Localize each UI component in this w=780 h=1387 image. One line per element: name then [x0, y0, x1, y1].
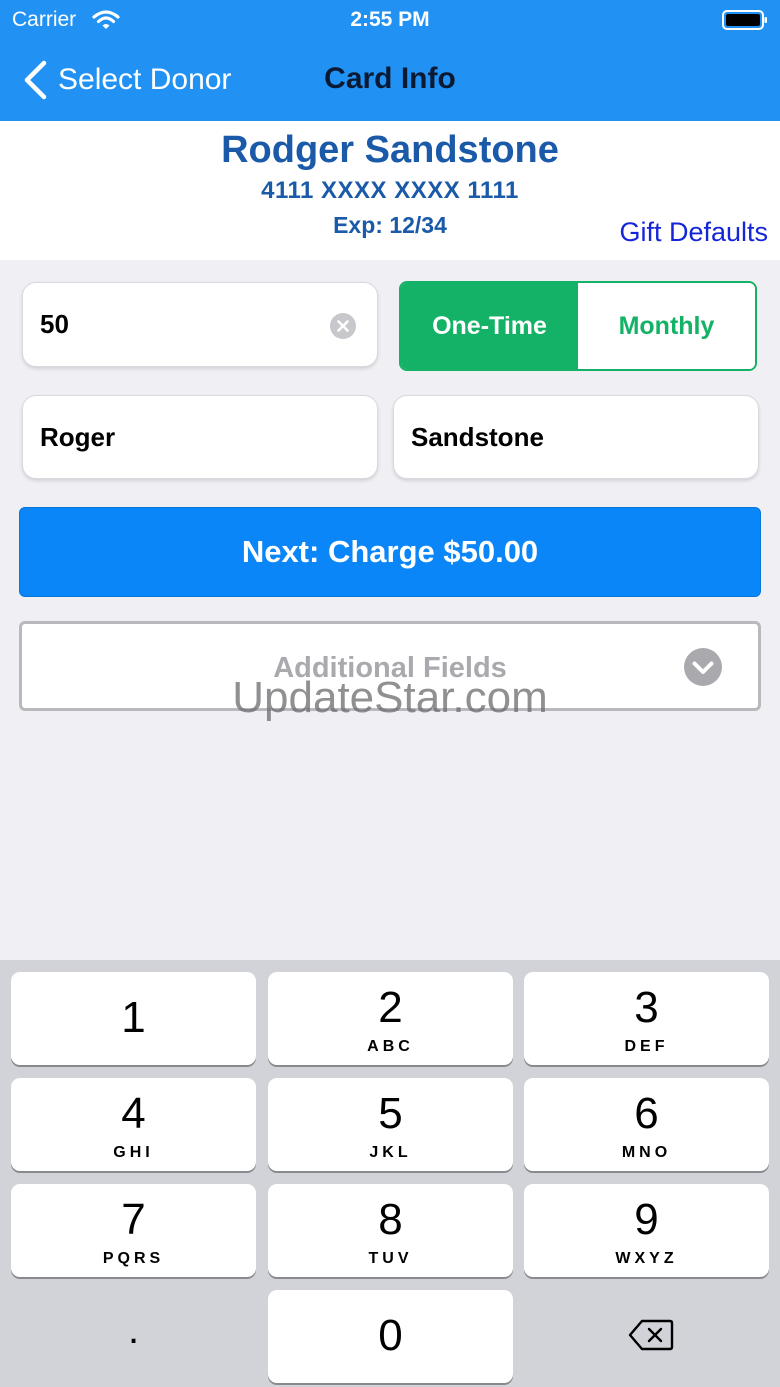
key-digit: 9: [634, 1195, 659, 1244]
key-digit: .: [127, 1308, 140, 1352]
key-8[interactable]: 8 TUV: [268, 1184, 513, 1277]
key-digit: 5: [378, 1089, 403, 1138]
key-digit: 2: [378, 983, 403, 1032]
last-name-value: Sandstone: [411, 422, 544, 452]
key-3[interactable]: 3 DEF: [524, 972, 769, 1065]
card-number: 4111 XXXX XXXX 1111: [261, 177, 519, 204]
donor-name: Rodger Sandstone: [221, 129, 559, 171]
key-letters: JKL: [369, 1144, 412, 1161]
key-digit: 4: [121, 1089, 146, 1138]
key-digit: 3: [634, 983, 659, 1032]
key-0[interactable]: 0: [268, 1290, 513, 1383]
key-letters: DEF: [624, 1038, 669, 1055]
donor-summary: Rodger Sandstone 4111 XXXX XXXX 1111 Exp…: [0, 121, 780, 260]
key-9[interactable]: 9 WXYZ: [524, 1184, 769, 1277]
key-letters: WXYZ: [615, 1250, 678, 1267]
gift-defaults-link[interactable]: Gift Defaults: [619, 217, 768, 248]
first-name-field[interactable]: Roger: [22, 395, 378, 479]
key-digit: 0: [378, 1311, 403, 1360]
watermark: UpdateStar.com: [232, 673, 548, 722]
key-letters: MNO: [621, 1144, 672, 1161]
key-digit: 7: [121, 1195, 146, 1244]
key-1[interactable]: 1: [11, 972, 256, 1065]
backspace-icon: [628, 1319, 674, 1351]
page-title: Card Info: [324, 62, 456, 95]
clear-icon[interactable]: [330, 313, 356, 339]
key-letters: ABC: [367, 1038, 414, 1055]
status-bar: Carrier 2:55 PM: [0, 0, 780, 40]
charge-button[interactable]: Next: Charge $50.00: [19, 507, 761, 597]
key-letters: PQRS: [102, 1250, 165, 1267]
segment-one-time[interactable]: One-Time: [401, 283, 578, 369]
last-name-field[interactable]: Sandstone: [393, 395, 759, 479]
key-2[interactable]: 2 ABC: [268, 972, 513, 1065]
key-letters: TUV: [368, 1250, 413, 1267]
amount-input[interactable]: 50: [22, 282, 378, 367]
key-4[interactable]: 4 GHI: [11, 1078, 256, 1171]
key-letters: GHI: [113, 1144, 154, 1161]
key-6[interactable]: 6 MNO: [524, 1078, 769, 1171]
first-name-value: Roger: [40, 422, 116, 452]
key-5[interactable]: 5 JKL: [268, 1078, 513, 1171]
header: Carrier 2:55 PM Select Donor Card Info: [0, 0, 780, 121]
battery-icon: [722, 10, 767, 30]
key-7[interactable]: 7 PQRS: [11, 1184, 256, 1277]
numeric-keypad: 1 2 ABC 3 DEF 4 GHI 5 JKL 6 MNO 7 PQRS 8…: [0, 960, 780, 1387]
segment-monthly[interactable]: Monthly: [578, 283, 755, 369]
key-digit: 8: [378, 1195, 403, 1244]
key-delete[interactable]: [524, 1290, 769, 1383]
amount-value: 50: [40, 309, 69, 339]
key-digit: 1: [121, 993, 146, 1042]
frequency-segmented-control: One-Time Monthly: [399, 281, 757, 371]
key-digit: 6: [634, 1089, 659, 1138]
status-time: 2:55 PM: [350, 8, 430, 31]
key-decimal[interactable]: .: [11, 1290, 256, 1383]
